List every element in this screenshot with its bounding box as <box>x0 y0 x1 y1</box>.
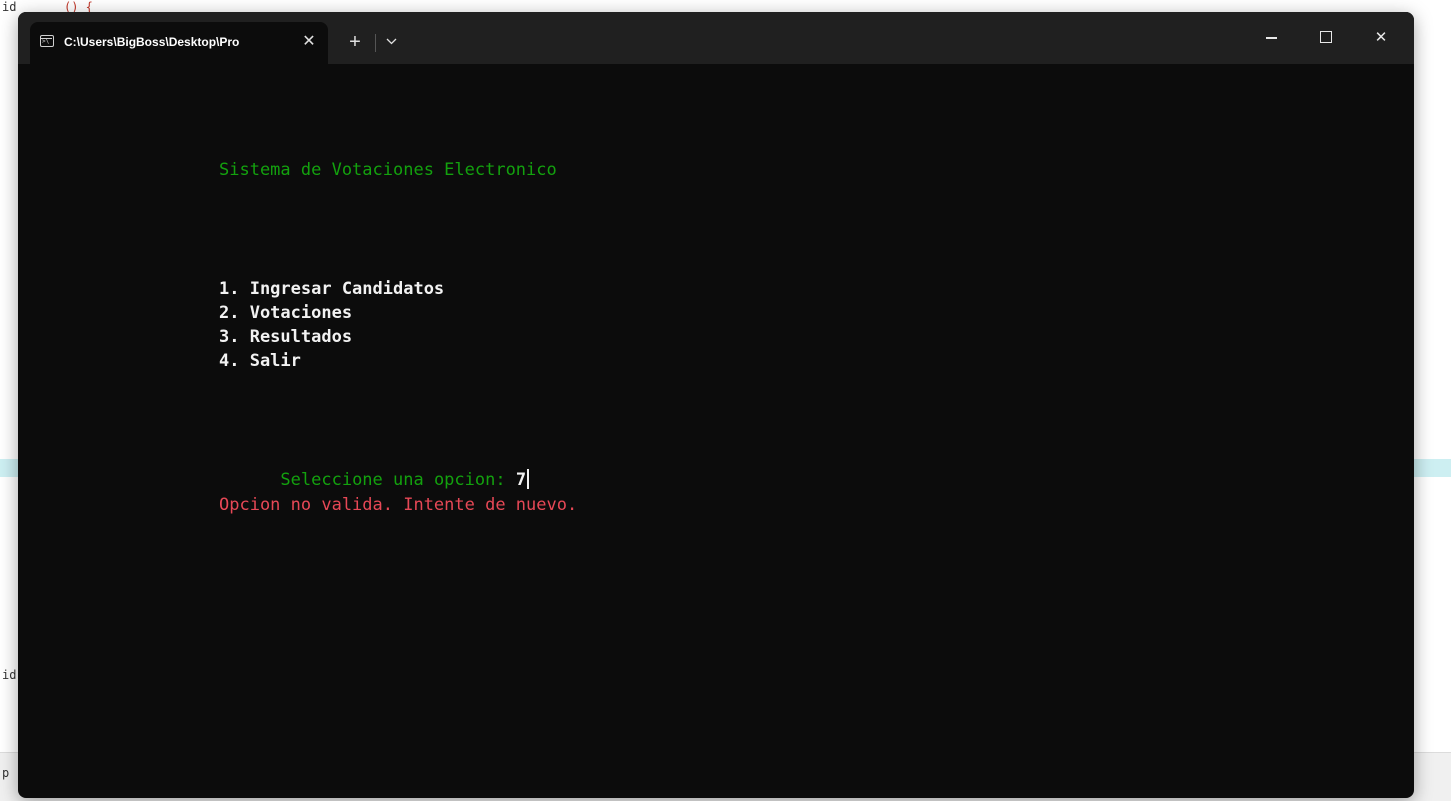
background-code-fragment-bottom: p <box>2 766 10 780</box>
tab-divider <box>375 34 376 52</box>
terminal-window: >\ C:\Users\BigBoss\Desktop\Pro ✕ + ✕ Si… <box>18 12 1414 798</box>
background-code-fragment: id <box>2 0 17 14</box>
background-code-fragment-mid: id <box>2 668 17 682</box>
minimize-icon <box>1265 37 1277 39</box>
console-title: Sistema de Votaciones Electronico <box>219 160 557 180</box>
maximize-icon <box>1320 30 1332 43</box>
error-message: Opcion no valida. Intente de nuevo. <box>219 495 578 515</box>
close-button[interactable]: ✕ <box>1358 22 1404 54</box>
new-tab-button[interactable]: + <box>342 30 368 54</box>
minimize-button[interactable] <box>1248 22 1294 54</box>
tab-close-icon[interactable]: ✕ <box>298 31 320 53</box>
menu-item-4: 4. Salir <box>219 351 301 371</box>
user-input-value[interactable]: 7 <box>516 470 526 490</box>
menu-item-2: 2. Votaciones <box>219 303 353 323</box>
close-icon: ✕ <box>1374 29 1388 46</box>
terminal-icon: >\ <box>40 35 54 47</box>
title-bar[interactable]: >\ C:\Users\BigBoss\Desktop\Pro ✕ + ✕ <box>18 12 1414 64</box>
console-output[interactable]: Sistema de Votaciones Electronico 1. Ing… <box>18 64 1414 798</box>
maximize-button[interactable] <box>1303 22 1349 54</box>
menu-item-3: 3. Resultados <box>219 327 353 347</box>
prompt-text: Seleccione una opcion: <box>280 470 516 490</box>
chevron-down-icon[interactable] <box>380 30 402 54</box>
tab-title: C:\Users\BigBoss\Desktop\Pro <box>64 35 240 49</box>
terminal-tab[interactable]: >\ C:\Users\BigBoss\Desktop\Pro ✕ <box>30 22 328 64</box>
menu-item-1: 1. Ingresar Candidatos <box>219 279 445 299</box>
text-cursor <box>527 469 529 489</box>
